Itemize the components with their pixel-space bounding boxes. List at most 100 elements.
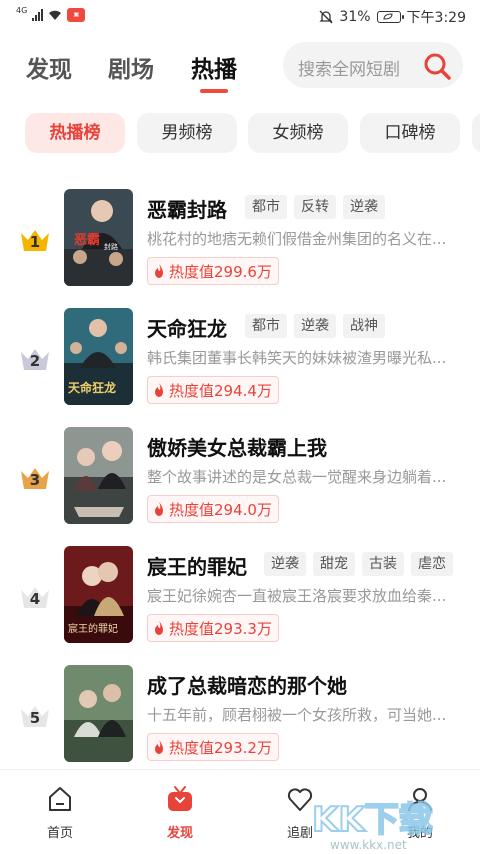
drama-description: 韩氏集团董事长韩笑天的妹妹被渣男曝光私... [147,349,447,367]
nav-label: 首页 [46,826,73,841]
drama-title[interactable]: 恶霸封路 [147,194,227,223]
heat-value: 热度值293.3万 [169,619,272,638]
kkx-watermark-logo: KK下载 www.kkx.net [311,799,434,852]
home-icon [49,787,71,811]
heat-badge: 热度值299.6万 [147,257,279,285]
tab-hot[interactable]: 热播 [191,50,237,93]
svg-text:天命狂龙: 天命狂龙 [68,380,116,395]
rank-crown-gray: 5 [19,703,51,729]
list-item[interactable]: 5 成了总裁暗恋的那个她 十五年前，顾君栩被一个女孩所救，可当她... 热度值2… [0,659,480,763]
rank-number: 5 [29,709,41,727]
chip-label: 热播榜 [49,123,101,143]
chip-female-ranking[interactable]: 女频榜 [248,113,348,153]
drama-cover[interactable] [64,665,133,762]
flame-icon [155,264,163,278]
tv-icon [168,786,192,811]
heat-badge: 热度值294.0万 [147,495,279,523]
heat-badge: 热度值293.2万 [147,733,279,761]
battery-icon [376,11,404,23]
flame-icon [155,621,163,635]
svg-text:www.kkx.net: www.kkx.net [330,838,407,852]
chip-label: 口碑榜 [384,123,436,143]
chip-label: 男频榜 [161,123,213,143]
rank-crown-gold: 1 [19,227,51,253]
drama-cover[interactable]: 天命狂龙 [64,308,133,405]
heat-badge: 热度值294.4万 [147,376,279,404]
nav-home[interactable]: 首页 [15,784,105,841]
active-tab-indicator [200,89,228,93]
drama-tag[interactable]: 甜宠 [313,552,355,576]
app-notification-icon: ▣ [67,8,86,22]
flame-icon [155,740,163,754]
heat-value: 热度值294.4万 [169,381,272,400]
list-item[interactable]: 4 宸王的罪妃 宸王的罪妃 逆袭 甜宠 古装 虐恋 宸王妃徐婉杏一直被宸王洛宸要… [0,540,480,644]
list-item[interactable]: 3 傲娇美女总裁霸上我 整个故事讲述的是女总裁一觉醒来身边躺着... 热度值29… [0,421,480,525]
search-icon[interactable] [423,52,451,80]
drama-title[interactable]: 宸王的罪妃 [147,551,247,580]
drama-tag[interactable]: 反转 [294,195,336,219]
tab-discover[interactable]: 发现 [26,50,72,84]
drama-description: 宸王妃徐婉杏一直被宸王洛宸要求放血给秦... [147,587,447,605]
battery-percent: 31% [339,9,371,25]
nav-discover[interactable]: 发现 [135,784,225,841]
drama-description: 桃花村的地痞无赖们假借金州集团的名义在... [147,230,447,248]
signal-icon [32,9,44,21]
drama-tag[interactable]: 逆袭 [294,314,336,338]
drama-tag[interactable]: 战神 [343,314,385,338]
chip-label: 女频榜 [272,123,324,143]
rank-number: 1 [29,233,41,251]
tab-label: 热播 [191,57,237,83]
drama-tag[interactable]: 都市 [245,314,287,338]
status-right: 31% 下午3:29 [319,7,466,27]
tab-label: 发现 [26,57,72,83]
drama-title[interactable]: 傲娇美女总裁霸上我 [147,432,327,461]
drama-cover[interactable]: 宸王的罪妃 [64,546,133,643]
heat-badge: 热度值293.3万 [147,614,279,642]
drama-tags: 都市 逆袭 战神 [245,314,385,338]
drama-tag[interactable]: 逆袭 [264,552,306,576]
rank-number: 3 [29,471,41,489]
chip-male-ranking[interactable]: 男频榜 [137,113,237,153]
svg-text:封路: 封路 [104,242,118,251]
list-item[interactable]: 2 天命狂龙 天命狂龙 都市 逆袭 战神 韩氏集团董事长韩笑天的妹妹被渣男曝光私… [0,302,480,406]
list-item[interactable]: 1 恶霸 封路 恶霸封路 都市 反转 逆袭 桃花村的地痞无赖们假借金州集团的名义在… [0,183,480,287]
drama-title[interactable]: 天命狂龙 [147,313,227,342]
drama-tag[interactable]: 古装 [362,552,404,576]
rank-number: 4 [29,590,41,608]
clock: 下午3:29 [406,10,466,26]
heat-value: 热度值293.2万 [169,738,272,757]
drama-tag[interactable]: 都市 [245,195,287,219]
tab-theater[interactable]: 剧场 [108,50,154,84]
drama-tags: 都市 反转 逆袭 [245,195,385,219]
flame-icon [155,502,163,516]
svg-text:宸王的罪妃: 宸王的罪妃 [68,622,118,635]
ranking-chips: 热播榜 男频榜 女频榜 口碑榜 [0,113,480,155]
nav-label: 发现 [166,826,193,841]
chip-more[interactable] [472,113,480,153]
top-nav: 发现 剧场 热播 搜索全网短剧 [0,40,480,96]
chip-hot-ranking[interactable]: 热播榜 [25,113,125,153]
tab-label: 剧场 [108,57,154,83]
rank-crown-silver: 2 [19,346,51,372]
rank-crown-gray: 4 [19,584,51,610]
search-box[interactable]: 搜索全网短剧 [283,42,463,88]
network-type: 4G [16,6,28,15]
status-left: 4G ▣ [16,6,86,22]
wifi-icon [49,10,62,20]
heat-value: 热度值294.0万 [169,500,272,519]
drama-description: 十五年前，顾君栩被一个女孩所救，可当她... [147,706,447,724]
chip-reputation-ranking[interactable]: 口碑榜 [360,113,460,153]
drama-tags: 逆袭 甜宠 古装 虐恋 [264,552,453,576]
search-placeholder: 搜索全网短剧 [298,60,400,80]
drama-description: 整个故事讲述的是女总裁一觉醒来身边躺着... [147,468,447,486]
rank-crown-bronze: 3 [19,465,51,491]
rank-number: 2 [29,352,41,370]
heat-value: 热度值299.6万 [169,262,272,281]
drama-tag[interactable]: 虐恋 [411,552,453,576]
drama-cover[interactable]: 恶霸 封路 [64,189,133,286]
drama-title[interactable]: 成了总裁暗恋的那个她 [147,670,347,699]
drama-cover[interactable] [64,427,133,524]
svg-text:恶霸: 恶霸 [74,233,100,248]
drama-tag[interactable]: 逆袭 [343,195,385,219]
flame-icon [155,383,163,397]
